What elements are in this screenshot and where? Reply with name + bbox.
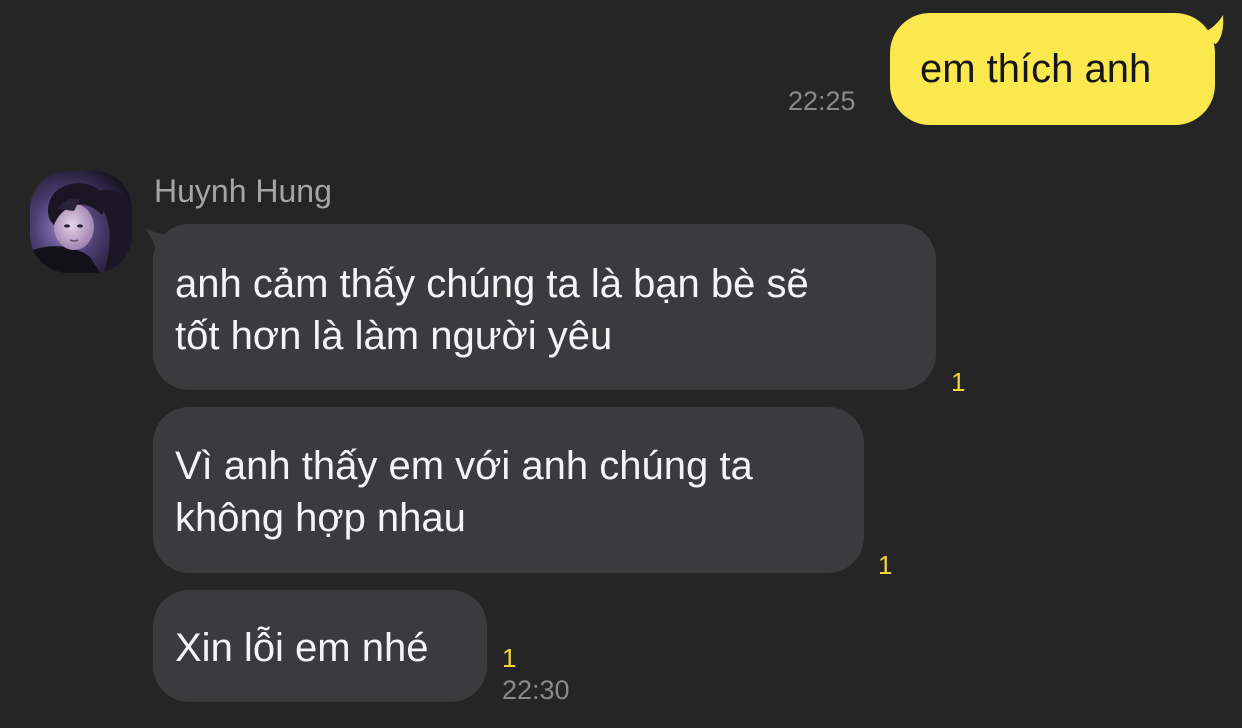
unread-count: 1 — [878, 550, 893, 580]
incoming-message-time: 22:30 — [502, 675, 570, 705]
incoming-message-line: anh cảm thấy chúng ta là bạn bè sẽ — [175, 262, 809, 306]
unread-count: 1 — [951, 367, 966, 397]
outgoing-message-text: em thích anh — [920, 47, 1152, 91]
unread-count: 1 — [502, 643, 517, 673]
incoming-message-line: Vì anh thấy em với anh chúng ta — [175, 444, 753, 488]
incoming-message-line: không hợp nhau — [175, 496, 466, 540]
incoming-message-line: Xin lỗi em nhé — [175, 626, 429, 670]
sender-avatar[interactable] — [30, 171, 132, 273]
incoming-message-line: tốt hơn là làm người yêu — [175, 314, 613, 358]
sender-name: Huynh Hung — [154, 173, 332, 209]
profile-photo-icon — [30, 171, 132, 273]
outgoing-message-time: 22:25 — [788, 86, 856, 116]
